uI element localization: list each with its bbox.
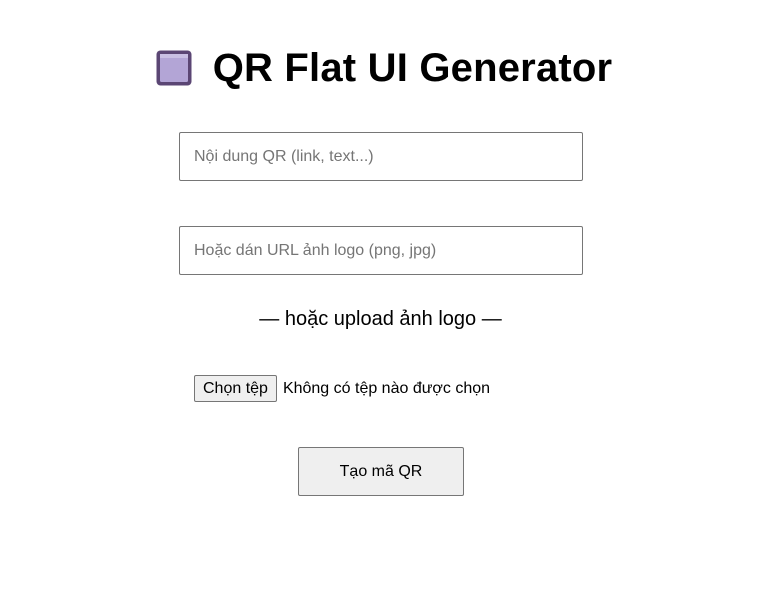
file-status-text: Không có tệp nào được chọn xyxy=(282,379,491,397)
logo-url-input[interactable] xyxy=(179,226,583,275)
page-header: QR Flat UI Generator xyxy=(0,44,761,92)
purple-square-icon xyxy=(156,50,192,86)
file-upload-field[interactable]: Chọn tệp Không có tệp nào được chọn xyxy=(194,375,490,402)
page-title: QR Flat UI Generator xyxy=(212,46,613,90)
page: QR Flat UI Generator — hoặc upload ảnh l… xyxy=(0,0,761,603)
upload-divider-text: — hoặc upload ảnh logo — xyxy=(259,308,502,330)
qr-content-input[interactable] xyxy=(179,132,583,181)
generate-qr-button[interactable]: Tạo mã QR xyxy=(298,447,464,496)
choose-file-button[interactable]: Chọn tệp xyxy=(194,375,277,402)
